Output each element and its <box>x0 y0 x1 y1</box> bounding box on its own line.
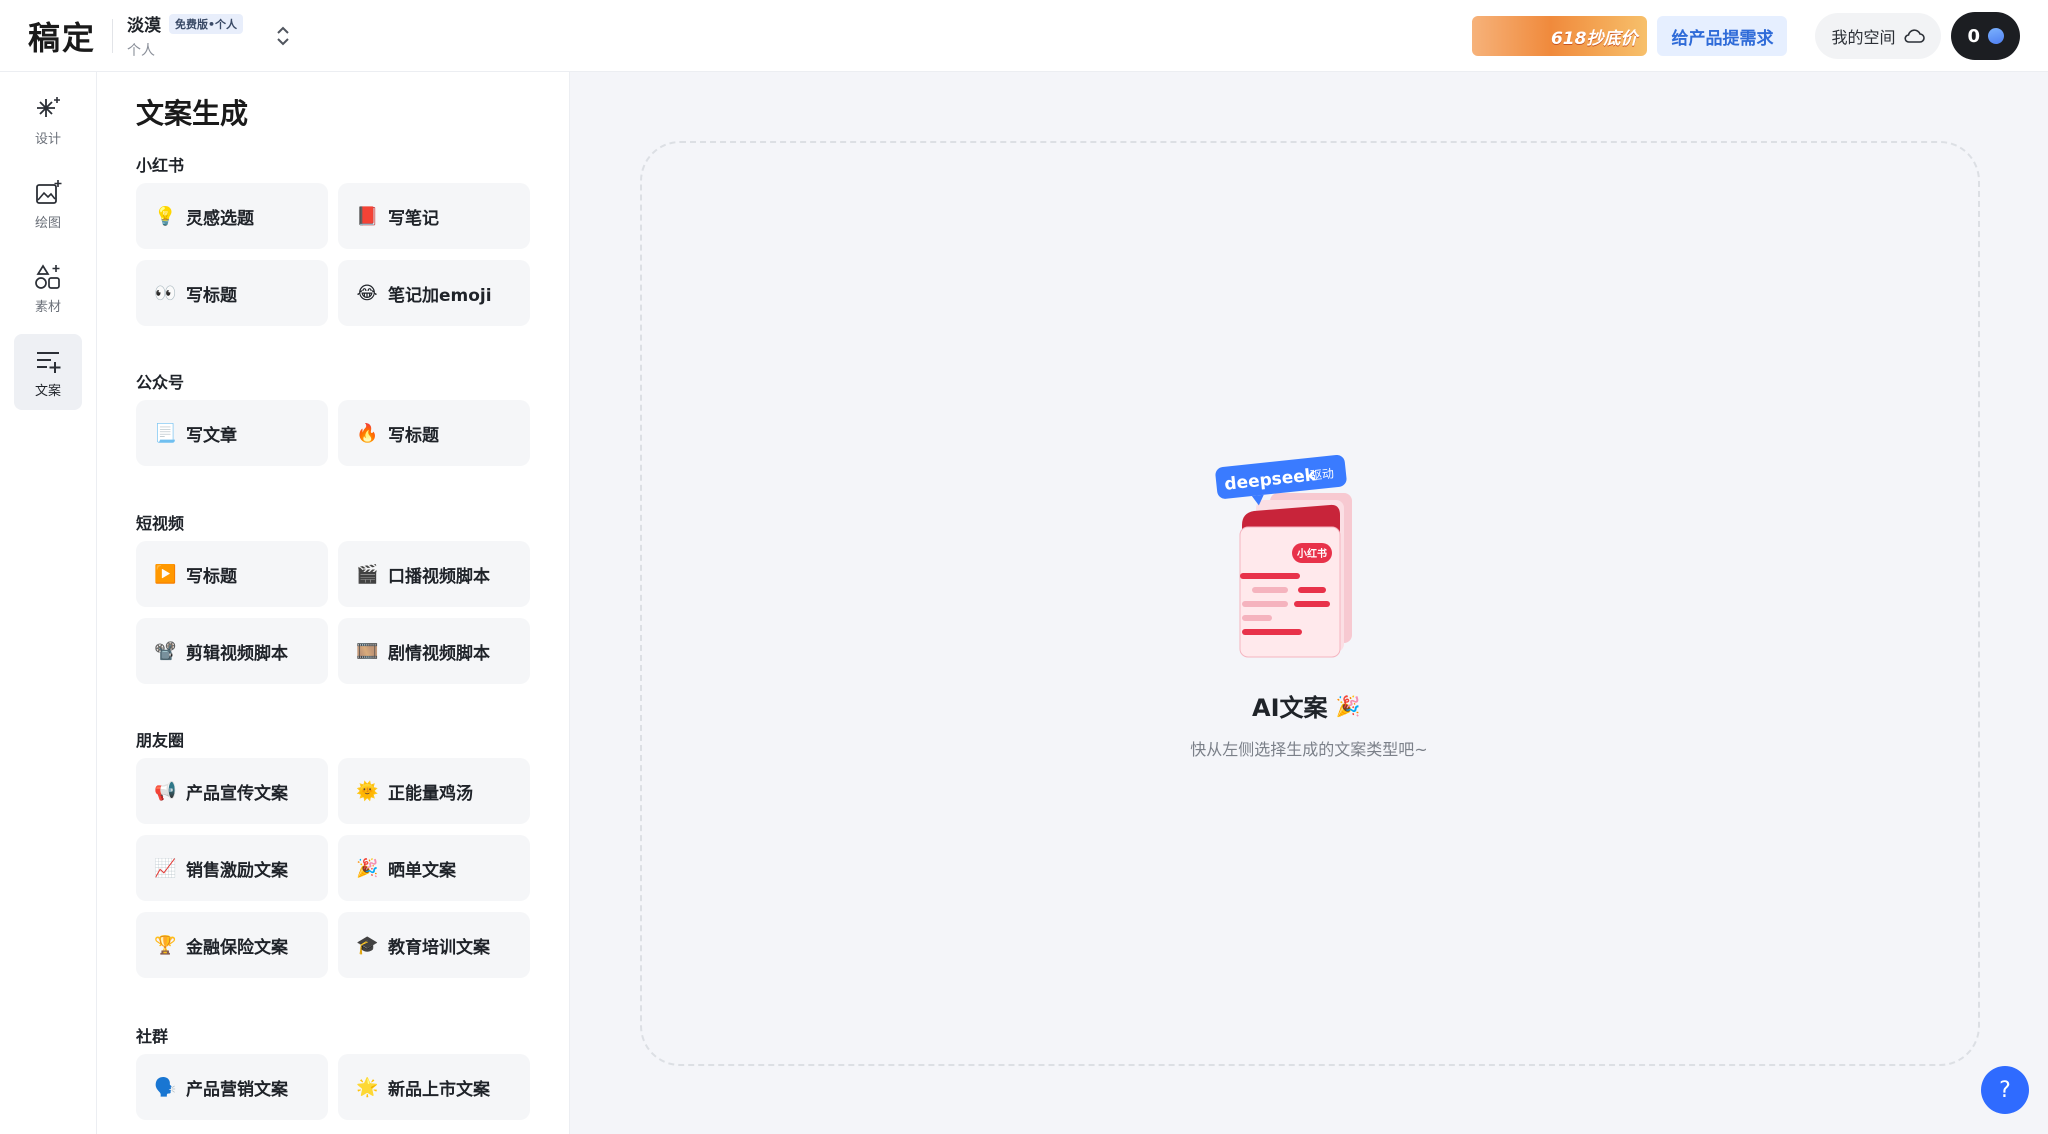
shapes-icon <box>35 263 60 289</box>
promo-label: 618抄底价 <box>1550 28 1638 49</box>
ai-copy-illustration: 小红书 deepseek 驱动 <box>1215 455 1352 658</box>
feedback-button[interactable]: 给产品提需求 <box>1657 16 1788 56</box>
card-sales-motivation[interactable]: 📈 销售激励文案 <box>136 835 328 901</box>
my-space-label: 我的空间 <box>1831 28 1896 47</box>
card-label: 正能量鸡汤 <box>388 783 473 804</box>
card-label: 产品宣传文案 <box>186 783 288 804</box>
rail-item-copywriting[interactable]: 文案 <box>14 334 82 410</box>
sparkle-icon <box>37 96 60 117</box>
book-tag-text: 小红书 <box>1296 547 1327 560</box>
credits-button[interactable]: 0 <box>1951 12 2020 60</box>
section-title: 朋友圈 <box>136 731 185 750</box>
card-label: 产品营销文案 <box>186 1079 288 1100</box>
card-write-note[interactable]: 📕 写笔记 <box>338 183 530 249</box>
card-label: 笔记加emoji <box>388 285 492 306</box>
lightbulb-icon: 💡 <box>154 205 177 227</box>
copywriting-panel: 文案生成 小红书 💡 灵感选题 📕 写笔记 👀 写标题 😂 笔记加emoji 公… <box>97 72 570 1134</box>
team-switcher[interactable]: 淡漠 免费版•个人 个人 <box>127 11 244 60</box>
card-product-promo[interactable]: 📢 产品宣传文案 <box>136 758 328 824</box>
chart-up-icon: 📈 <box>154 857 177 879</box>
team-name: 淡漠 <box>127 16 162 36</box>
card-talking-video-script[interactable]: 🎬 口播视频脚本 <box>338 541 530 607</box>
deepseek-badge-suffix: 驱动 <box>1309 466 1334 482</box>
laughing-face-icon: 😂 <box>356 282 378 304</box>
star-icon: 🌟 <box>356 1076 379 1098</box>
card-write-title[interactable]: ▶️ 写标题 <box>136 541 328 607</box>
card-label: 口播视频脚本 <box>388 566 490 587</box>
gem-icon <box>1985 25 2007 47</box>
card-label: 剧情视频脚本 <box>388 643 490 664</box>
promo-banner[interactable]: 618抄底价 <box>1472 16 1648 56</box>
rail-label: 设计 <box>34 131 61 147</box>
card-label: 写文章 <box>186 425 237 446</box>
card-write-title[interactable]: 👀 写标题 <box>136 260 328 326</box>
book-icon: 📕 <box>356 205 379 227</box>
app-logo[interactable]: 稿定 <box>28 13 96 59</box>
empty-state-title-text: AI文案 <box>1252 694 1328 722</box>
clapperboard-icon: 🎬 <box>356 563 379 585</box>
speaking-head-icon: 🗣️ <box>154 1076 177 1098</box>
rail-item-draw[interactable]: 绘图 <box>14 166 82 242</box>
section-title: 短视频 <box>136 514 185 533</box>
panel-title: 文案生成 <box>136 97 249 130</box>
card-note-emoji[interactable]: 😂 笔记加emoji <box>338 260 530 326</box>
card-show-order[interactable]: 🎉 晒单文案 <box>338 835 530 901</box>
credits-count: 0 <box>1967 25 1980 47</box>
header-divider <box>112 18 114 53</box>
card-label: 金融保险文案 <box>186 937 288 958</box>
chevron-up-down-icon[interactable] <box>273 21 293 51</box>
fire-icon: 🔥 <box>356 422 379 444</box>
text-plus-icon <box>37 351 61 373</box>
image-plus-icon <box>36 179 62 204</box>
card-new-product-launch[interactable]: 🌟 新品上市文案 <box>338 1054 530 1120</box>
rail-item-design[interactable]: 设计 <box>14 82 82 158</box>
rail-item-assets[interactable]: 素材 <box>14 250 82 326</box>
card-label: 新品上市文案 <box>388 1079 490 1100</box>
party-popper-icon: 🎉 <box>1335 693 1361 718</box>
card-edit-video-script[interactable]: 📽️ 剪辑视频脚本 <box>136 618 328 684</box>
card-write-title[interactable]: 🔥 写标题 <box>338 400 530 466</box>
film-frames-icon: 🎞️ <box>356 640 379 662</box>
team-type: 个人 <box>127 43 156 59</box>
party-popper-icon: 🎉 <box>356 857 379 879</box>
card-product-marketing[interactable]: 🗣️ 产品营销文案 <box>136 1054 328 1120</box>
card-drama-video-script[interactable]: 🎞️ 剧情视频脚本 <box>338 618 530 684</box>
card-write-article[interactable]: 📃 写文章 <box>136 400 328 466</box>
card-finance-insurance[interactable]: 🏆 金融保险文案 <box>136 912 328 978</box>
cloud-icon <box>1904 29 1926 43</box>
card-label: 写标题 <box>186 285 237 306</box>
rail-label: 素材 <box>34 299 61 315</box>
card-label: 写标题 <box>186 566 237 587</box>
card-label: 写笔记 <box>388 208 439 229</box>
eyes-icon: 👀 <box>154 282 177 304</box>
megaphone-icon: 📢 <box>154 780 177 802</box>
document-icon: 📃 <box>154 422 177 444</box>
graduation-cap-icon: 🎓 <box>356 934 379 956</box>
empty-state-title: AI文案 🎉 <box>1252 688 1360 723</box>
play-icon: ▶️ <box>154 563 177 585</box>
card-label: 晒单文案 <box>388 860 456 881</box>
sun-icon: 🌞 <box>356 780 379 802</box>
card-inspiration-topics[interactable]: 💡 灵感选题 <box>136 183 328 249</box>
card-label: 销售激励文案 <box>186 860 288 881</box>
card-label: 剪辑视频脚本 <box>186 643 288 664</box>
help-button[interactable]: ? <box>1981 1066 2029 1114</box>
card-label: 写标题 <box>388 425 439 446</box>
plan-badge: 免费版•个人 <box>169 13 244 34</box>
trophy-icon: 🏆 <box>154 934 177 956</box>
card-label: 灵感选题 <box>186 208 254 229</box>
left-rail: 设计 绘图 素材 文案 <box>0 72 97 1134</box>
top-header: 稿定 淡漠 免费版•个人 个人 618抄底价 给产品提需求 我的空间 0 <box>0 0 2048 72</box>
section-title: 小红书 <box>136 156 185 175</box>
card-label: 教育培训文案 <box>388 937 490 958</box>
section-title: 社群 <box>136 1027 169 1046</box>
rail-label: 文案 <box>34 383 61 399</box>
card-education-training[interactable]: 🎓 教育培训文案 <box>338 912 530 978</box>
section-title: 公众号 <box>136 373 185 392</box>
projector-icon: 📽️ <box>154 640 177 662</box>
card-positive-energy[interactable]: 🌞 正能量鸡汤 <box>338 758 530 824</box>
rail-label: 绘图 <box>34 215 61 231</box>
empty-state-subtitle: 快从左侧选择生成的文案类型吧~ <box>1190 740 1428 759</box>
my-space-button[interactable]: 我的空间 <box>1815 13 1942 59</box>
